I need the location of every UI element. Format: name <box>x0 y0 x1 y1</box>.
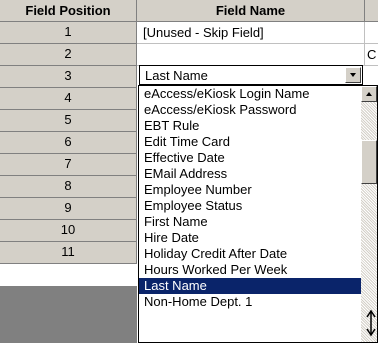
option-last-name-selected[interactable]: Last Name <box>139 278 361 294</box>
dropdown-vertical-scrollbar[interactable] <box>361 86 377 342</box>
option-eaccess-login-name[interactable]: eAccess/eKiosk Login Name <box>139 86 361 102</box>
combo-dropdown-button[interactable] <box>345 67 361 83</box>
row-6-position: 6 <box>0 132 137 154</box>
chevron-down-icon <box>350 73 356 77</box>
arrow-up-icon <box>366 92 372 96</box>
scroll-up-button[interactable] <box>361 86 377 102</box>
option-ebt-rule[interactable]: EBT Rule <box>139 118 361 134</box>
row-1-position: 1 <box>0 22 137 44</box>
combo-value: Last Name <box>145 68 208 83</box>
option-holiday-credit-after-date[interactable]: Holiday Credit After Date <box>139 246 361 262</box>
grid-empty-area <box>0 286 137 343</box>
row-1-field-name[interactable]: [Unused - Skip Field] <box>137 22 365 44</box>
header-field-name: Field Name <box>137 0 365 22</box>
row-2-extra-cell[interactable]: C <box>365 44 378 66</box>
scrollbar-thumb[interactable] <box>361 140 377 184</box>
field-mapping-grid: Field Position Field Name 1 [Unused - Sk… <box>0 0 378 343</box>
row-9-position: 9 <box>0 198 137 220</box>
option-non-home-dept-1[interactable]: Non-Home Dept. 1 <box>139 294 361 310</box>
option-eaccess-password[interactable]: eAccess/eKiosk Password <box>139 102 361 118</box>
header-field-position: Field Position <box>0 0 137 22</box>
row-10-position: 10 <box>0 220 137 242</box>
option-edit-time-card[interactable]: Edit Time Card <box>139 134 361 150</box>
option-effective-date[interactable]: Effective Date <box>139 150 361 166</box>
resize-cursor-icon <box>366 310 376 337</box>
option-email-address[interactable]: EMail Address <box>139 166 361 182</box>
row-4-position: 4 <box>0 88 137 110</box>
option-employee-number[interactable]: Employee Number <box>139 182 361 198</box>
row-8-position: 8 <box>0 176 137 198</box>
option-hours-worked-per-week[interactable]: Hours Worked Per Week <box>139 262 361 278</box>
row-3-position: 3 <box>0 66 137 88</box>
row-1-extra-cell[interactable] <box>365 22 378 44</box>
row-5-position: 5 <box>0 110 137 132</box>
option-first-name[interactable]: First Name <box>139 214 361 230</box>
row-11-position: 11 <box>0 242 137 264</box>
option-hire-date[interactable]: Hire Date <box>139 230 361 246</box>
header-extra <box>365 0 378 22</box>
row-7-position: 7 <box>0 154 137 176</box>
option-employee-status[interactable]: Employee Status <box>139 198 361 214</box>
row-2-position: 2 <box>0 44 137 66</box>
row-2-field-name[interactable] <box>137 44 365 66</box>
field-name-dropdown-list[interactable]: eAccess/eKiosk Login Name eAccess/eKiosk… <box>138 85 378 343</box>
dropdown-options: eAccess/eKiosk Login Name eAccess/eKiosk… <box>139 86 361 310</box>
field-name-combo[interactable]: Last Name <box>139 65 363 85</box>
